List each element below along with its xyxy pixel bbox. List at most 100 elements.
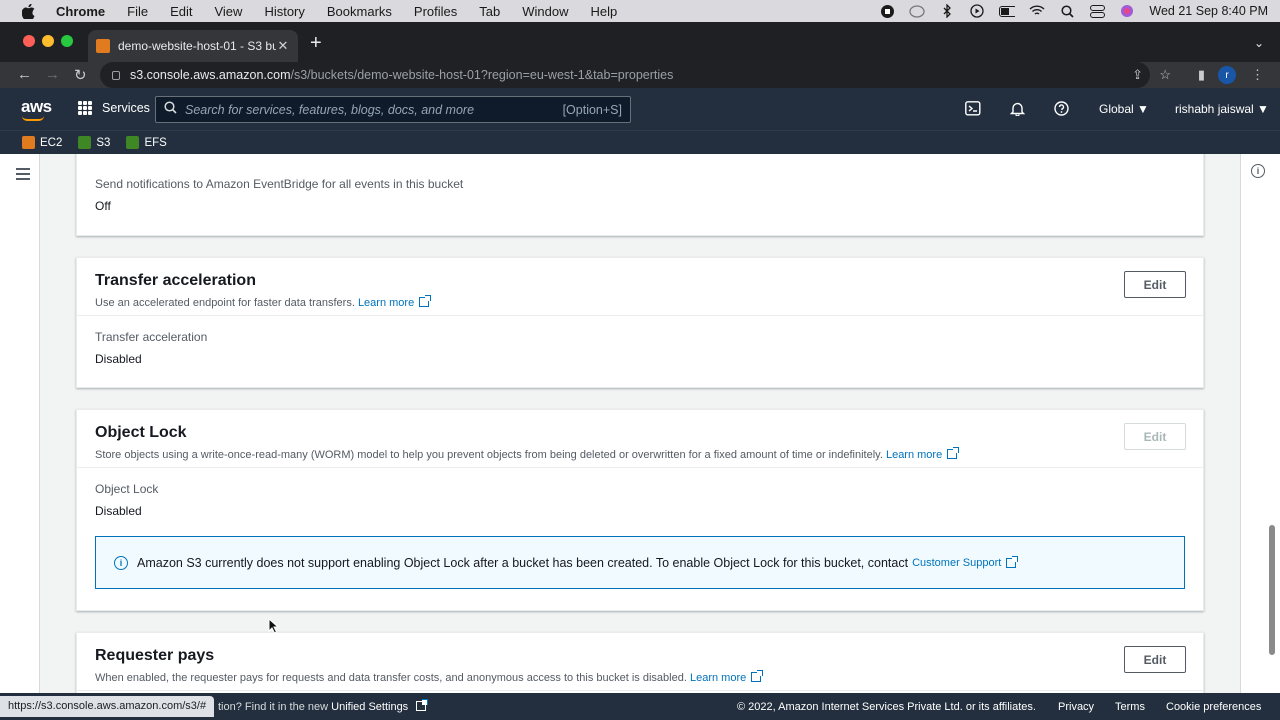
reload-icon[interactable]: ↻: [74, 66, 87, 84]
requester-pays-desc: When enabled, the requester pays for req…: [95, 672, 687, 684]
battery-icon[interactable]: [999, 4, 1016, 18]
url-bar[interactable]: s3.console.aws.amazon.com/s3/buckets/dem…: [100, 62, 1150, 88]
customer-support-link[interactable]: Customer Support: [912, 557, 1001, 569]
help-icon[interactable]: [1054, 101, 1069, 121]
search-placeholder: Search for services, features, blogs, do…: [185, 102, 475, 117]
eventbridge-label: Send notifications to Amazon EventBridge…: [95, 177, 464, 191]
object-lock-label: Object Lock: [95, 482, 159, 496]
spotlight-search-icon[interactable]: [1059, 4, 1075, 18]
transfer-acceleration-label: Transfer acceleration: [95, 330, 208, 344]
menu-help[interactable]: Help: [591, 4, 618, 19]
terms-link[interactable]: Terms: [1115, 701, 1145, 713]
menu-view[interactable]: View: [214, 4, 242, 19]
transfer-learn-more-link[interactable]: Learn more: [358, 297, 414, 309]
window-zoom-button[interactable]: [61, 35, 73, 47]
chrome-menu-kebab-icon[interactable]: ⋮: [1251, 67, 1264, 83]
lock-icon[interactable]: [112, 70, 120, 80]
unified-settings-link[interactable]: Unified Settings: [331, 701, 408, 713]
tab-close-icon[interactable]: ✕: [276, 38, 290, 54]
profile-avatar[interactable]: r: [1218, 66, 1236, 84]
page-scrollbar[interactable]: [1269, 525, 1275, 655]
s3-icon: [78, 136, 92, 149]
favorite-s3[interactable]: S3: [78, 136, 110, 149]
object-lock-value: Disabled: [95, 504, 142, 518]
privacy-link[interactable]: Privacy: [1058, 701, 1094, 713]
favorite-label: EC2: [40, 136, 63, 149]
object-lock-learn-more-link[interactable]: Learn more: [886, 449, 942, 461]
s3-favicon-icon: [96, 39, 110, 53]
caret-down-icon: ▼: [1257, 102, 1269, 116]
search-input[interactable]: Search for services, features, blogs, do…: [155, 96, 631, 123]
browser-tab-active[interactable]: demo-website-host-01 - S3 bu ✕: [88, 30, 298, 62]
url-host: s3.console.aws.amazon.com: [130, 68, 291, 82]
address-row: ← → ↻ s3.console.aws.amazon.com/s3/bucke…: [0, 62, 1280, 88]
requester-learn-more-link[interactable]: Learn more: [690, 672, 746, 684]
menu-edit[interactable]: Edit: [170, 4, 192, 19]
transfer-acceleration-title: Transfer acceleration: [95, 272, 256, 289]
hamburger-menu-icon[interactable]: [16, 168, 30, 183]
tab-search-chevron-icon[interactable]: ⌄: [1254, 36, 1264, 50]
region-selector[interactable]: Global ▼: [1099, 102, 1149, 116]
transfer-edit-button[interactable]: Edit: [1124, 271, 1186, 298]
menu-profiles[interactable]: Profiles: [414, 4, 457, 19]
copyright-text: © 2022, Amazon Internet Services Private…: [737, 701, 1036, 713]
requester-pays-panel: Requester pays When enabled, the request…: [76, 632, 1204, 693]
transfer-acceleration-desc: Use an accelerated endpoint for faster d…: [95, 297, 355, 309]
object-lock-alert-text: Amazon S3 currently does not support ena…: [137, 555, 909, 570]
external-link-icon: [947, 447, 960, 459]
cloudshell-icon[interactable]: [965, 101, 981, 121]
bookmark-star-icon[interactable]: ☆: [1159, 67, 1171, 83]
search-shortcut: [Option+S]: [562, 102, 622, 117]
external-link-icon: [416, 699, 429, 711]
favorite-ec2[interactable]: EC2: [22, 136, 62, 149]
notifications-bell-icon[interactable]: [1009, 101, 1026, 121]
tab-title: demo-website-host-01 - S3 bu: [118, 39, 276, 53]
control-center-icon[interactable]: [1089, 4, 1105, 18]
menu-tab[interactable]: Tab: [479, 4, 500, 19]
play-icon[interactable]: [969, 4, 985, 18]
menu-history[interactable]: History: [264, 4, 304, 19]
transfer-acceleration-value: Disabled: [95, 352, 142, 366]
menu-chrome[interactable]: Chrome: [56, 4, 105, 19]
siri-icon[interactable]: [1119, 4, 1135, 18]
grid-icon: [78, 101, 92, 115]
window-close-button[interactable]: [23, 35, 35, 47]
menu-bookmarks[interactable]: Bookmarks: [327, 4, 392, 19]
services-menu-button[interactable]: Services: [78, 101, 150, 115]
caret-down-icon: ▼: [1137, 102, 1149, 116]
share-icon[interactable]: ⇪: [1132, 67, 1143, 83]
stop-record-icon[interactable]: [879, 4, 895, 18]
requester-pays-edit-button[interactable]: Edit: [1124, 646, 1186, 673]
menu-window[interactable]: Window: [522, 4, 568, 19]
region-label: Global: [1099, 102, 1134, 116]
external-link-icon: [419, 295, 432, 307]
object-lock-title: Object Lock: [95, 424, 187, 441]
browser-status-url: https://s3.console.aws.amazon.com/s3/#: [0, 696, 215, 717]
url-path: /s3/buckets/demo-website-host-01?region=…: [290, 68, 674, 82]
wifi-icon[interactable]: [1029, 4, 1045, 18]
window-minimize-button[interactable]: [42, 35, 54, 47]
favorite-label: EFS: [144, 136, 167, 149]
cc-icon[interactable]: [909, 4, 926, 18]
forward-arrow-icon[interactable]: →: [45, 66, 60, 83]
menu-file[interactable]: File: [127, 4, 148, 19]
footer-settings-prompt: tion? Find it in the new Unified Setting…: [218, 699, 429, 713]
aws-top-nav: aws Services Search for services, featur…: [0, 88, 1280, 130]
clock[interactable]: Wed 21 Sep 8:40 PM: [1149, 4, 1268, 18]
aws-smile-logo-mark: [22, 116, 44, 121]
object-lock-info-alert: i Amazon S3 currently does not support e…: [95, 536, 1185, 589]
cookie-preferences-link[interactable]: Cookie preferences: [1166, 701, 1261, 713]
back-arrow-icon[interactable]: ←: [17, 66, 32, 83]
efs-icon: [126, 136, 140, 149]
info-icon[interactable]: i: [1251, 164, 1265, 178]
apple-icon[interactable]: [22, 3, 38, 19]
aws-logo[interactable]: aws: [21, 97, 52, 117]
account-menu[interactable]: rishabh jaiswal ▼: [1175, 102, 1269, 116]
side-panel-icon[interactable]: ▮: [1198, 67, 1205, 83]
new-tab-plus-icon[interactable]: +: [310, 33, 322, 53]
object-lock-edit-button[interactable]: Edit: [1124, 423, 1186, 450]
footer-question-text: tion? Find it in the new: [218, 701, 329, 713]
favorite-efs[interactable]: EFS: [126, 136, 167, 149]
bluetooth-icon[interactable]: [939, 4, 955, 18]
browser-tab-strip: demo-website-host-01 - S3 bu ✕ + ⌄: [0, 22, 1280, 62]
